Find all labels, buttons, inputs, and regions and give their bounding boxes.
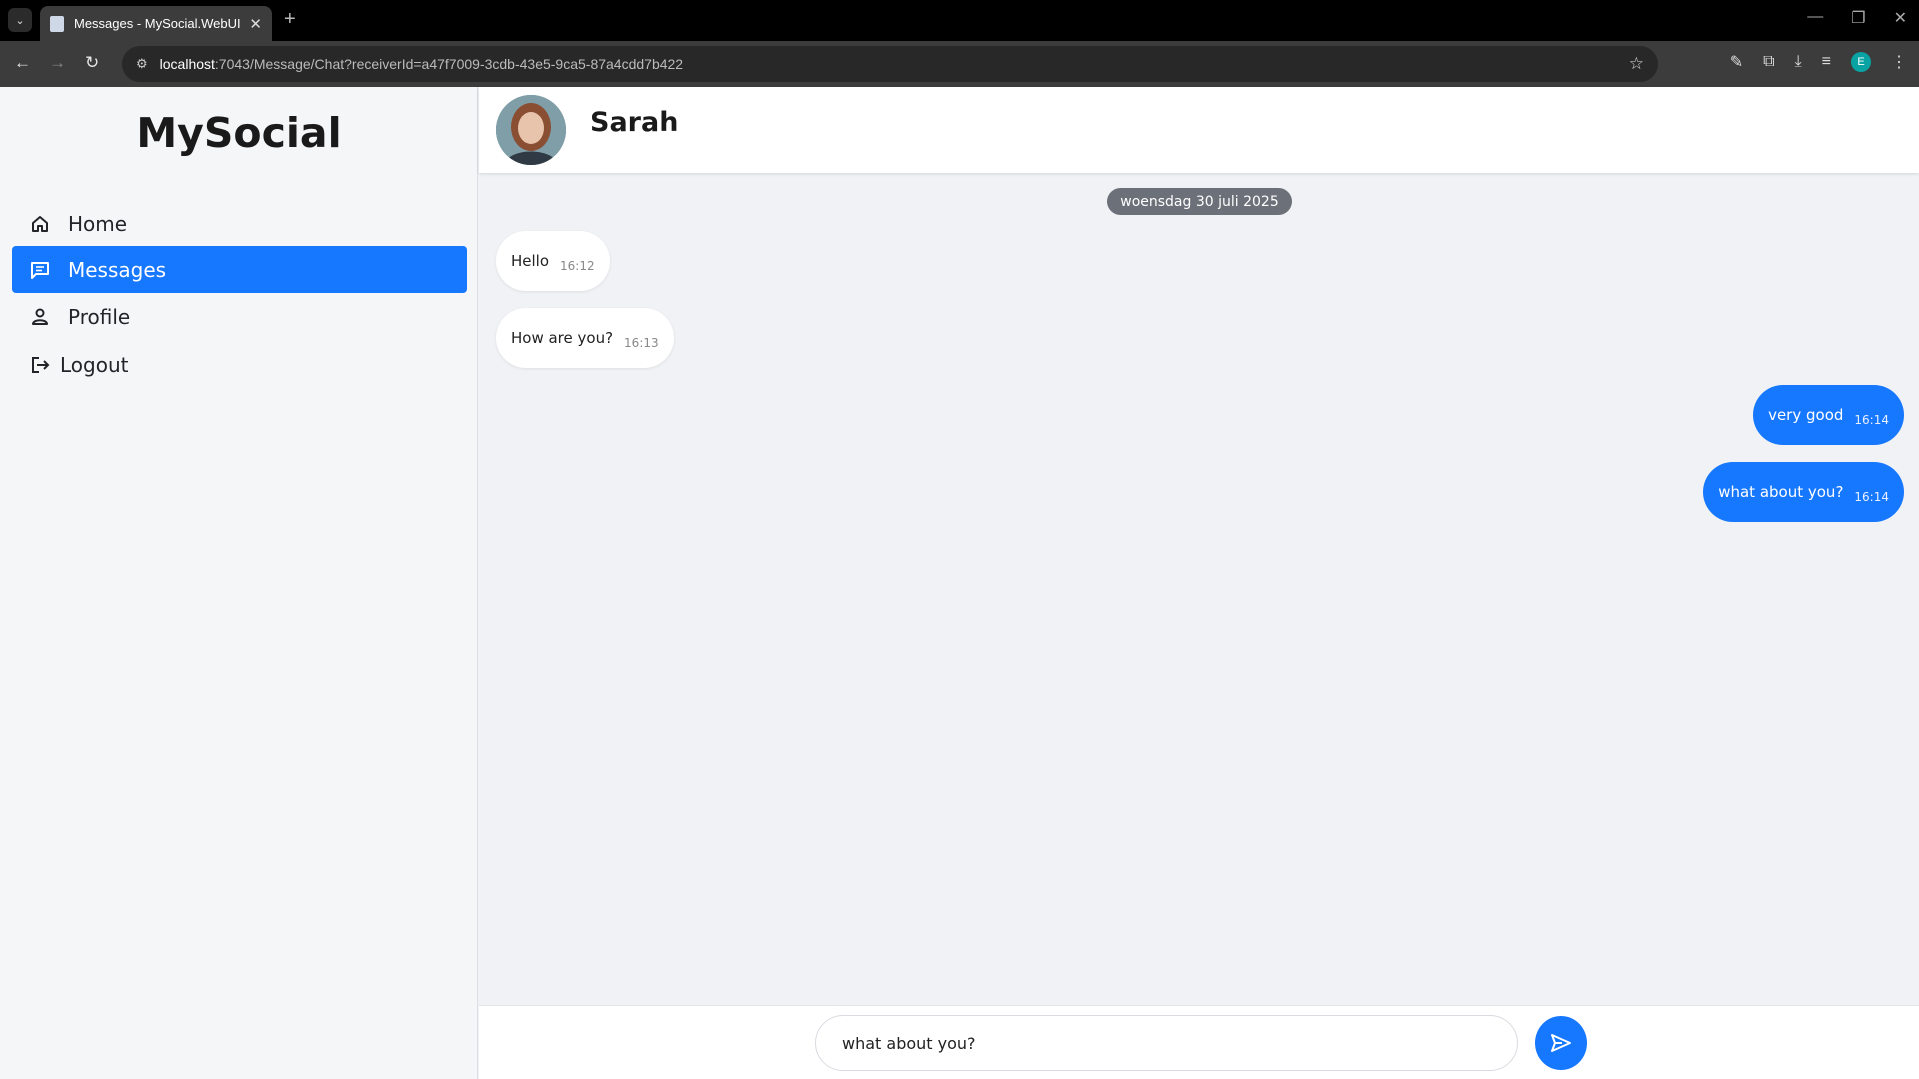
message-bubble-outgoing: what about you? 16:14 xyxy=(1703,462,1904,522)
browser-toolbar: ← → ↻ ⚙ localhost :7043/Message/Chat?rec… xyxy=(0,41,1919,87)
message-time: 16:13 xyxy=(624,336,659,350)
minimize-icon[interactable]: — xyxy=(1807,8,1823,28)
message-time: 16:14 xyxy=(1854,413,1889,427)
bookmark-star-icon[interactable]: ☆ xyxy=(1629,54,1644,74)
menu-kebab-icon[interactable]: ⋮ xyxy=(1891,52,1907,72)
address-bar[interactable]: ⚙ localhost :7043/Message/Chat?receiverI… xyxy=(122,46,1658,82)
message-text: Hello xyxy=(511,252,550,270)
reading-list-icon[interactable]: ≡ xyxy=(1822,53,1831,71)
message-bubble-incoming: Hello 16:12 xyxy=(496,231,610,291)
message-text: very good xyxy=(1768,406,1844,424)
person-icon xyxy=(30,307,50,327)
message-text: How are you? xyxy=(511,329,614,347)
sidebar-item-profile[interactable]: Profile xyxy=(12,293,467,340)
sidebar-item-label: Home xyxy=(68,211,128,236)
sidebar-item-home[interactable]: Home xyxy=(12,200,467,247)
toolbar-icons: ✎ ⧉ ⤓ ≡ E ⋮ xyxy=(1730,52,1907,72)
site-info-icon[interactable]: ⚙ xyxy=(136,56,148,72)
extensions-puzzle-icon[interactable]: ⧉ xyxy=(1763,53,1774,71)
sidebar-item-label: Logout xyxy=(60,352,129,377)
message-text: what about you? xyxy=(1718,483,1844,501)
restore-icon[interactable]: ❐ xyxy=(1851,8,1865,28)
back-icon[interactable]: ← xyxy=(14,53,31,73)
date-separator: woensdag 30 juli 2025 xyxy=(1107,188,1292,215)
sidebar: MySocial Home Messages Profile Logout xyxy=(0,87,478,1079)
page-favicon-icon xyxy=(50,15,64,32)
brand-logo[interactable]: MySocial xyxy=(0,109,478,157)
tab-title: Messages - MySocial.WebUI xyxy=(74,16,241,31)
message-time: 16:12 xyxy=(560,259,595,273)
message-time: 16:14 xyxy=(1854,490,1889,504)
extension-pen-icon[interactable]: ✎ xyxy=(1730,52,1743,72)
forward-icon[interactable]: → xyxy=(49,53,66,73)
chat-header: Sarah xyxy=(479,87,1919,173)
close-window-icon[interactable]: ✕ xyxy=(1894,8,1907,28)
url-path: :7043/Message/Chat?receiverId=a47f7009-3… xyxy=(214,56,684,72)
send-button[interactable] xyxy=(1535,1016,1587,1070)
message-bubble-incoming: How are you? 16:13 xyxy=(496,308,674,368)
new-tab-button[interactable]: + xyxy=(284,8,296,31)
window-controls: — ❐ ✕ xyxy=(1807,8,1907,28)
send-icon xyxy=(1551,1034,1571,1052)
contact-avatar[interactable] xyxy=(496,95,566,165)
sidebar-item-messages[interactable]: Messages xyxy=(12,246,467,293)
message-bubble-outgoing: very good 16:14 xyxy=(1753,385,1904,445)
messages-icon xyxy=(30,260,50,280)
browser-tabbar: ⌄ Messages - MySocial.WebUI ✕ + — ❐ ✕ xyxy=(0,0,1919,41)
downloads-icon[interactable]: ⤓ xyxy=(1795,53,1802,71)
sidebar-item-label: Messages xyxy=(68,257,167,282)
profile-avatar[interactable]: E xyxy=(1851,52,1871,72)
close-tab-icon[interactable]: ✕ xyxy=(249,15,262,33)
home-icon xyxy=(30,214,50,234)
message-composer xyxy=(479,1005,1919,1079)
sidebar-item-label: Profile xyxy=(68,304,131,329)
contact-name: Sarah xyxy=(590,107,679,138)
url-host: localhost xyxy=(159,56,215,72)
sidebar-item-logout[interactable]: Logout xyxy=(12,341,467,388)
browser-tab[interactable]: Messages - MySocial.WebUI ✕ xyxy=(40,6,272,41)
chat-panel: Sarah woensdag 30 juli 2025 Hello 16:12 … xyxy=(479,87,1919,1079)
message-input[interactable] xyxy=(815,1015,1518,1071)
reload-icon[interactable]: ↻ xyxy=(85,53,99,73)
logout-icon xyxy=(30,355,50,375)
app-root: MySocial Home Messages Profile Logout Sa… xyxy=(0,87,1919,1079)
tab-list-button[interactable]: ⌄ xyxy=(8,8,32,32)
